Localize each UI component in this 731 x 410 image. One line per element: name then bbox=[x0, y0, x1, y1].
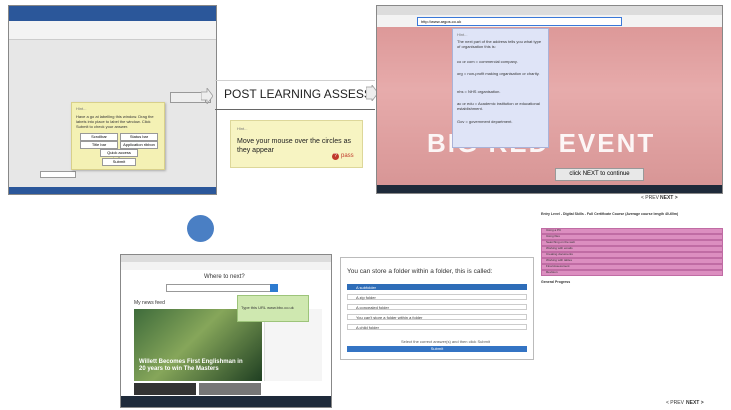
tooltip-title: Hint... bbox=[457, 32, 468, 37]
news-thumb[interactable] bbox=[134, 383, 196, 395]
tooltip-item: Gov = government department. bbox=[457, 119, 513, 124]
url-tip-text: Type this URL www.bbc.co.uk bbox=[241, 305, 294, 310]
browser-nav-bar bbox=[121, 262, 331, 270]
tooltip-item: ac or edu = Academic institution or educ… bbox=[457, 101, 540, 111]
popup-title: Hint... bbox=[76, 106, 87, 111]
course-header: Entry Level - Digital Skills - Full Cert… bbox=[541, 212, 679, 216]
drop-target[interactable] bbox=[40, 171, 76, 178]
course-row-label: Revision bbox=[546, 270, 558, 274]
search-button[interactable] bbox=[270, 284, 278, 292]
quiz-option[interactable]: A concealed folder bbox=[347, 304, 527, 310]
label-option[interactable]: Quick access toolbar bbox=[100, 149, 138, 161]
submit-button[interactable]: Submit bbox=[347, 346, 527, 352]
hint-box: Hint... Move your mouse over the circles… bbox=[230, 120, 363, 168]
quiz-option[interactable]: You can't store a folder within a folder bbox=[347, 314, 527, 320]
popup-text: Have a go at labelling this window. Drag… bbox=[76, 114, 154, 129]
question-icon: ? bbox=[332, 153, 339, 160]
pass-label: pass bbox=[341, 153, 354, 159]
label-option[interactable]: Application ribbon bbox=[120, 141, 158, 149]
tooltip-item: nhs = NHS organisation. bbox=[457, 89, 501, 94]
course-row-label: Creating documents bbox=[546, 252, 573, 256]
course-row-label: Searching on the web bbox=[546, 240, 576, 244]
course-progress: Entry Level - Digital Skills - Full Cert… bbox=[541, 212, 728, 308]
url-tooltip: Hint... The next part of the address tel… bbox=[452, 28, 549, 148]
arrow-right-icon bbox=[201, 88, 213, 104]
prev-link[interactable]: < PREV bbox=[641, 195, 659, 201]
next-link[interactable]: NEXT > bbox=[660, 195, 678, 201]
quiz-option[interactable]: A subfolder bbox=[347, 284, 527, 290]
label-quiz-popup: Hint... Have a go at labelling this wind… bbox=[71, 102, 165, 170]
pass-button[interactable]: ? pass bbox=[332, 153, 354, 160]
tooltip-intro: The next part of the address tells you w… bbox=[457, 39, 542, 49]
browser-tab-bar bbox=[121, 255, 331, 262]
quiz-option[interactable]: A zip folder bbox=[347, 294, 527, 300]
word-status-bar bbox=[9, 187, 216, 194]
course-row-label: Working with tables bbox=[546, 258, 572, 262]
prev-link[interactable]: < PREV bbox=[666, 400, 684, 406]
word-ribbon-tabs bbox=[9, 14, 216, 21]
page-overlay bbox=[377, 27, 722, 185]
title-banner: POST LEARNING ASSESSMENT bbox=[215, 80, 406, 110]
url-tip: Type this URL www.bbc.co.uk bbox=[237, 295, 309, 322]
browser-tab-bar bbox=[377, 6, 722, 15]
edge-screenshot: Where to next? My news feed Willett Beco… bbox=[120, 254, 332, 408]
next-prompt[interactable]: click NEXT to continue bbox=[555, 168, 644, 181]
hotspot-circle[interactable] bbox=[187, 215, 214, 242]
tooltip-item: org = non-profit making organisation or … bbox=[457, 71, 540, 76]
taskbar bbox=[377, 185, 722, 193]
quiz-question: You can store a folder within a folder, … bbox=[347, 268, 493, 275]
label-option[interactable]: Title bar bbox=[80, 141, 118, 149]
tooltip-item: co or com = commercial company. bbox=[457, 59, 518, 64]
course-row[interactable]: Revision bbox=[541, 270, 723, 276]
quiz-option[interactable]: A child folder bbox=[347, 324, 527, 330]
where-heading: Where to next? bbox=[204, 274, 245, 280]
course-row-label: Final Assessment bbox=[546, 264, 570, 268]
word-ribbon bbox=[9, 21, 216, 40]
label-option[interactable]: Status bar bbox=[120, 133, 158, 141]
feed-title: My news feed bbox=[134, 300, 165, 306]
search-input[interactable] bbox=[166, 284, 278, 292]
argos-screenshot: http://www.argos.co.uk BIG RED EVENT Hin… bbox=[376, 5, 723, 194]
word-title-bar bbox=[9, 6, 216, 14]
submit-button[interactable]: Submit bbox=[102, 158, 136, 166]
url-field[interactable]: http://www.argos.co.uk bbox=[417, 17, 622, 26]
news-headline: Willett Becomes First Englishman in 20 y… bbox=[139, 359, 243, 372]
hint-title: Hint... bbox=[237, 126, 248, 131]
course-row-label: Working with emails bbox=[546, 246, 573, 250]
label-option[interactable]: Scrollbar bbox=[80, 133, 118, 141]
folder-quiz: You can store a folder within a folder, … bbox=[340, 257, 534, 360]
course-row-label: Using files bbox=[546, 234, 560, 238]
quiz-instruction: Select the correct answer(s) and then cl… bbox=[401, 339, 490, 344]
section-title: General Progress bbox=[541, 280, 571, 284]
news-thumb[interactable] bbox=[199, 383, 261, 395]
next-link[interactable]: NEXT > bbox=[686, 400, 704, 406]
taskbar bbox=[121, 396, 331, 407]
course-row-label: Using a PC bbox=[546, 228, 562, 232]
